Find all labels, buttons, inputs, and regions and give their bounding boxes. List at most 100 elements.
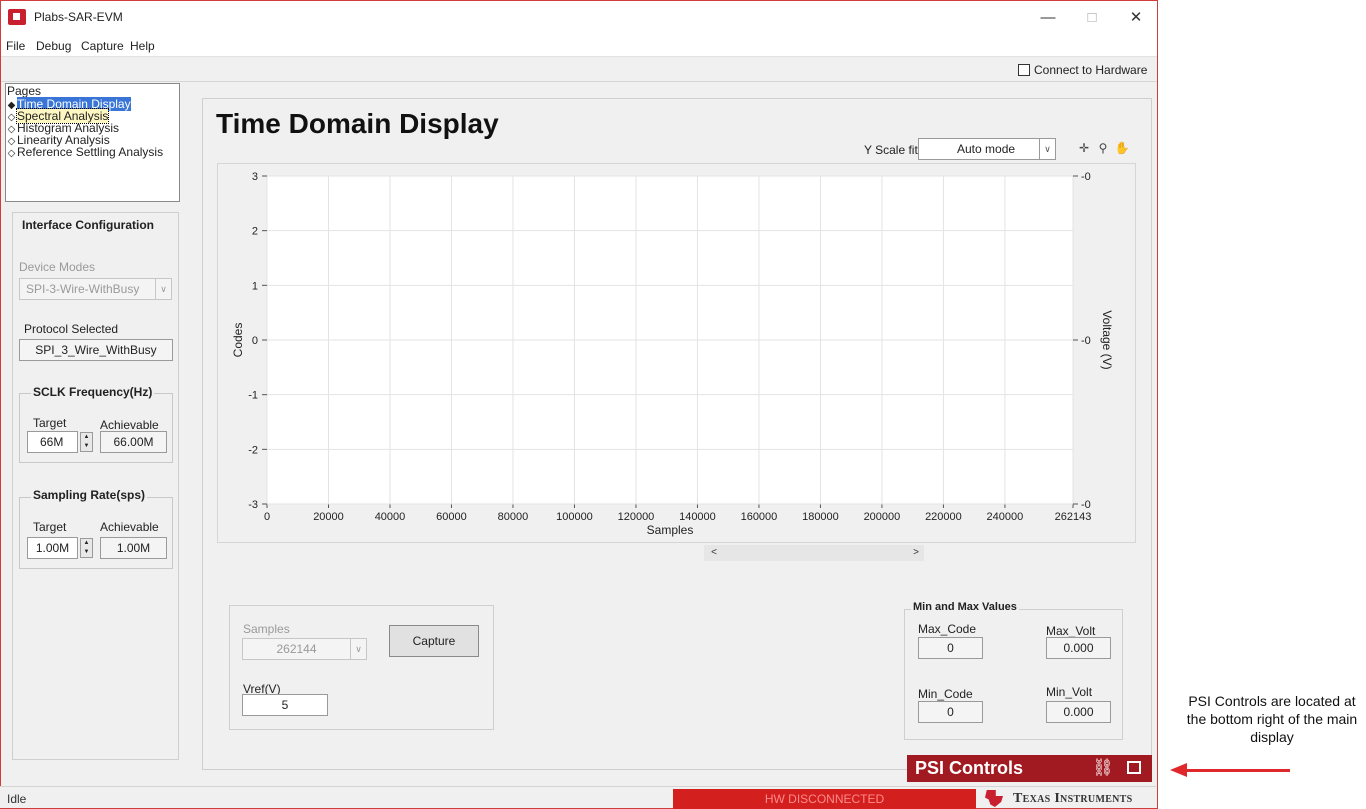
sampling-achievable-field: 1.00M	[100, 537, 167, 559]
cursor-tool-icon[interactable]: ✛	[1075, 139, 1093, 157]
annotation-text: PSI Controls are located at the bottom r…	[1186, 693, 1358, 745]
sclk-spinner[interactable]: ▲ ▼	[80, 432, 93, 452]
y-axis-label: Codes	[231, 323, 245, 358]
x-tick-label: 60000	[436, 511, 467, 523]
status-text: Idle	[7, 792, 27, 806]
samples-value: 262144	[276, 642, 317, 656]
menu-capture[interactable]: Capture	[81, 39, 124, 53]
menu-file[interactable]: File	[6, 39, 25, 53]
psi-controls-bar[interactable]: PSI Controls ⛓	[907, 755, 1152, 782]
y-tick-label: -2	[248, 444, 258, 456]
sclk-target-input[interactable]: 66M	[27, 431, 78, 453]
y-tick-label: 3	[252, 171, 258, 183]
y2-tick-label: -0	[1081, 171, 1091, 183]
y-tick-label: 0	[252, 335, 258, 347]
x-tick-label: 220000	[925, 511, 962, 523]
chart-scrollbar[interactable]: < >	[704, 545, 924, 561]
ti-logo-text: Texas Instruments	[1013, 791, 1133, 806]
window-restore-icon[interactable]	[1127, 761, 1141, 774]
min-volt-field: 0.000	[1046, 701, 1111, 723]
sampling-target-input[interactable]: 1.00M	[27, 537, 78, 559]
menu-debug[interactable]: Debug	[36, 39, 71, 53]
capture-button[interactable]: Capture	[389, 625, 479, 657]
diamond-icon: ◇	[7, 148, 16, 159]
chevron-down-icon: ∨	[1039, 139, 1055, 159]
min-code-label: Min_Code	[918, 687, 973, 701]
sclk-title: SCLK Frequency(Hz)	[31, 385, 155, 399]
y-tick-label: 2	[252, 226, 258, 238]
samples-select[interactable]: 262144 ∨	[242, 638, 367, 660]
window-title: Plabs-SAR-EVM	[34, 10, 123, 24]
scroll-left-button[interactable]: <	[707, 546, 721, 560]
min-volt-label: Min_Volt	[1046, 685, 1093, 699]
page-item-label: Reference Settling Analysis	[17, 145, 164, 159]
x-tick-label: 120000	[618, 511, 655, 523]
sampling-title: Sampling Rate(sps)	[31, 488, 148, 502]
sampling-achievable-label: Achievable	[100, 520, 159, 534]
x-tick-label: 160000	[741, 511, 778, 523]
minimize-button[interactable]: —	[1035, 7, 1061, 29]
x-axis-label: Samples	[647, 523, 694, 537]
sclk-achievable-label: Achievable	[100, 418, 159, 432]
yscale-label: Y Scale fit	[864, 143, 918, 157]
link-icon[interactable]: ⛓	[1092, 758, 1114, 778]
chart-frame: 0 20000 40000 60000 80000 100000 120000 140000 1…	[217, 163, 1136, 543]
connect-hardware-label[interactable]: Connect to Hardware	[1034, 63, 1147, 77]
ti-logo: Texas Instruments	[985, 790, 1155, 808]
background-window-edge	[1158, 0, 1166, 809]
status-bar: Idle HW DISCONNECTED Texas Instruments	[0, 786, 1156, 809]
minmax-title: Min and Max Values	[911, 601, 1019, 613]
toolstrip: Connect to Hardware	[1, 58, 1157, 82]
scroll-right-button[interactable]: >	[909, 546, 923, 560]
vref-input[interactable]: 5	[242, 694, 328, 716]
device-modes-select[interactable]: SPI-3-Wire-WithBusy ∨	[19, 278, 172, 300]
pages-title: Pages	[7, 84, 42, 98]
y-tick-label: -1	[248, 390, 258, 402]
close-button[interactable]: ✕	[1123, 7, 1149, 29]
max-code-field: 0	[918, 637, 983, 659]
protocol-label: Protocol Selected	[24, 322, 119, 336]
chevron-down-icon: ∨	[155, 279, 171, 299]
yscale-select[interactable]: Auto mode ∨	[918, 138, 1056, 160]
pan-tool-icon[interactable]: ✋	[1113, 139, 1131, 157]
x-tick-label: 200000	[864, 511, 901, 523]
max-code-label: Max_Code	[918, 622, 977, 636]
graph-palette: ✛ ⚲ ✋	[1073, 139, 1135, 157]
page-item-reference-settling[interactable]: ◇ Reference Settling Analysis	[6, 145, 164, 159]
device-modes-label: Device Modes	[19, 260, 96, 274]
time-domain-chart[interactable]: 0 20000 40000 60000 80000 100000 120000 140000 1…	[218, 164, 1137, 544]
x-tick-label: 0	[264, 511, 270, 523]
sclk-achievable-field: 66.00M	[100, 431, 167, 453]
chevron-down-icon: ∨	[350, 639, 366, 659]
sclk-target-label: Target	[33, 416, 67, 430]
annotation-arrow-line	[1186, 769, 1290, 772]
x-tick-label: 140000	[679, 511, 716, 523]
samples-label: Samples	[243, 622, 290, 636]
sampling-target-label: Target	[33, 520, 67, 534]
zoom-tool-icon[interactable]: ⚲	[1094, 139, 1112, 157]
connect-hardware-checkbox[interactable]	[1018, 64, 1030, 76]
x-tick-label: 40000	[375, 511, 406, 523]
annotation-arrow-head	[1170, 763, 1187, 777]
menu-help[interactable]: Help	[130, 39, 155, 53]
x-tick-label: 240000	[987, 511, 1024, 523]
x-tick-label: 180000	[802, 511, 839, 523]
protocol-field: SPI_3_Wire_WithBusy	[19, 339, 173, 361]
x-tick-label: 80000	[498, 511, 529, 523]
x-tick-label: 20000	[313, 511, 344, 523]
psi-controls-label: PSI Controls	[915, 758, 1024, 778]
y-tick-label: 1	[252, 280, 258, 292]
interface-config-title: Interface Configuration	[20, 218, 157, 232]
yscale-value: Auto mode	[957, 142, 1016, 156]
x-tick-label: 100000	[556, 511, 593, 523]
sampling-spinner[interactable]: ▲ ▼	[80, 538, 93, 558]
ti-mark-icon	[985, 790, 1003, 807]
y2-tick-label: -0	[1081, 335, 1091, 347]
title-bar: Plabs-SAR-EVM — □ ✕	[1, 1, 1157, 35]
pages-list: Pages ◆ Time Domain Display ◇ Spectral Ana…	[5, 83, 180, 202]
y2-axis-label: Voltage (V)	[1100, 310, 1114, 369]
menu-bar: File Debug Capture Help	[1, 35, 1157, 57]
page-title: Time Domain Display	[216, 108, 499, 139]
max-volt-label: Max_Volt	[1046, 624, 1096, 638]
maximize-button[interactable]: □	[1079, 7, 1105, 29]
